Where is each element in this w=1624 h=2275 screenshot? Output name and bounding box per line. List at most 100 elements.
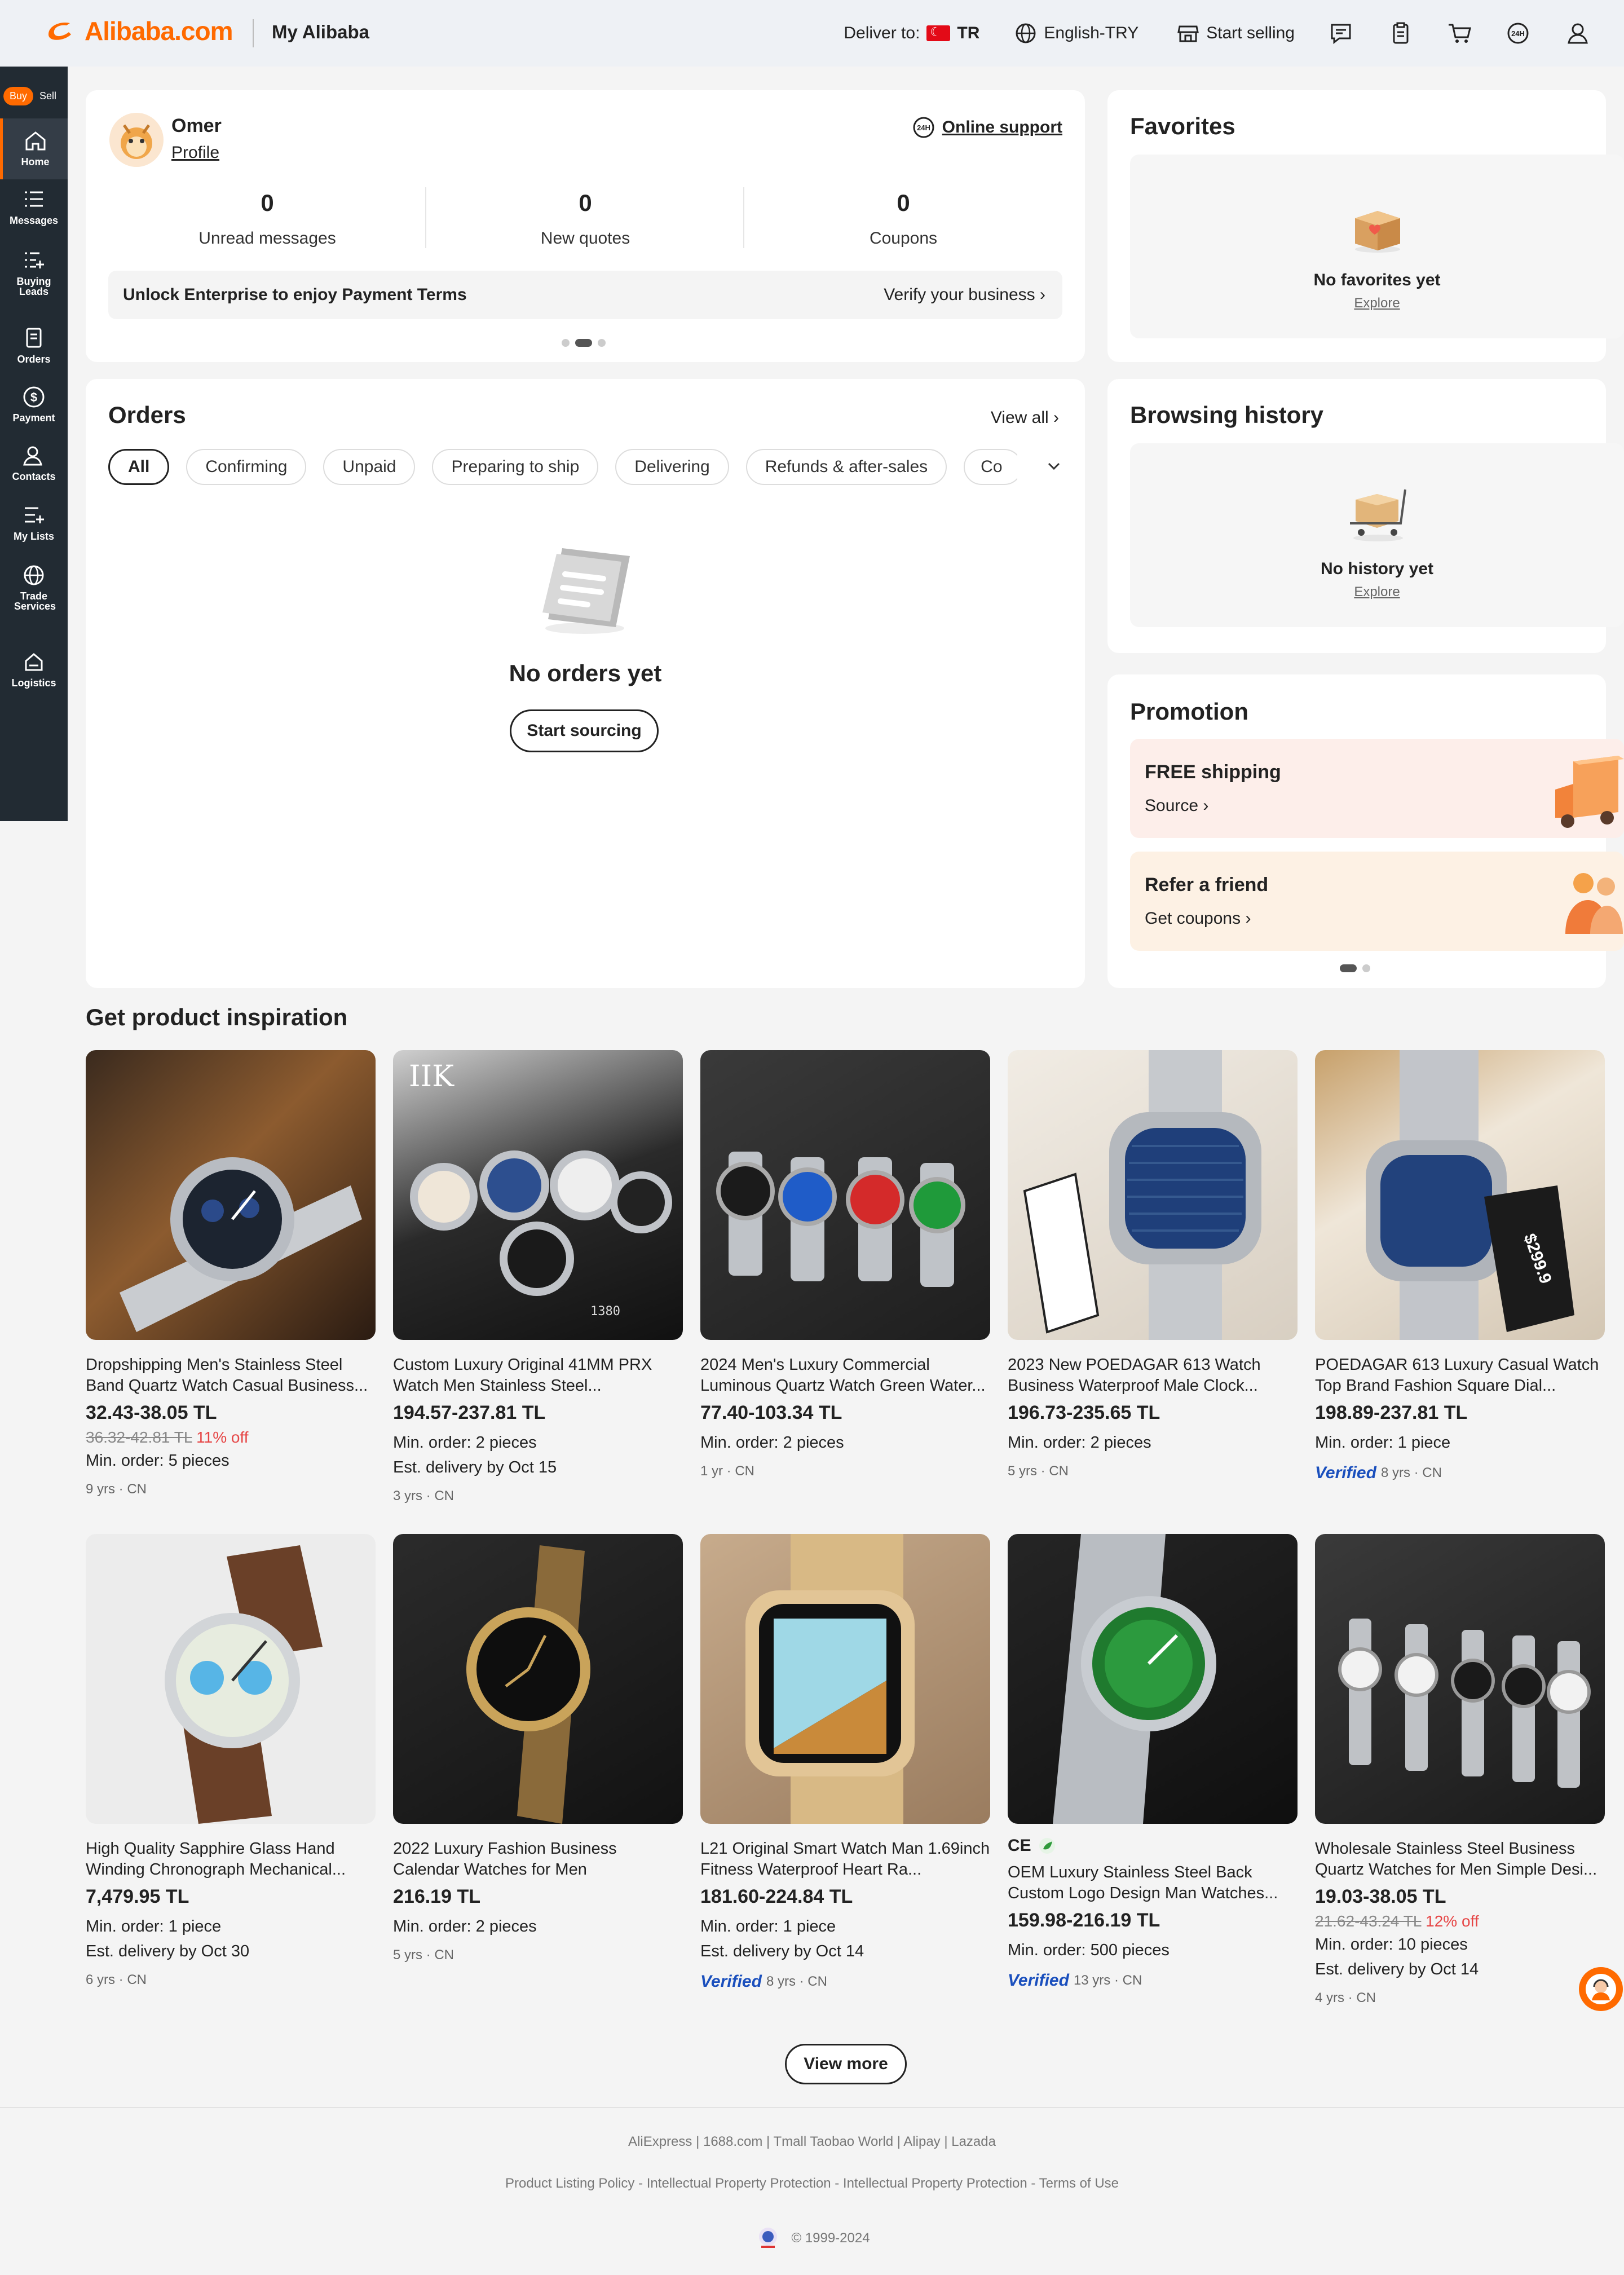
- footer-partner-links[interactable]: AliExpress | 1688.com | Tmall Taobao Wor…: [0, 2134, 1624, 2150]
- sell-toggle[interactable]: Sell: [33, 87, 63, 105]
- logo-text: Alibaba.com: [85, 16, 233, 46]
- assistant-button[interactable]: [1579, 1967, 1623, 2011]
- carousel-dot[interactable]: [1362, 964, 1370, 972]
- sidebar-item-home[interactable]: Home: [0, 118, 68, 179]
- supplier-meta: 9 yrs · CN: [86, 1482, 147, 1497]
- chevron-down-icon[interactable]: [1045, 458, 1062, 475]
- sidebar-item-messages[interactable]: Messages: [0, 187, 68, 226]
- product-name[interactable]: 2022 Luxury Fashion Business Calendar Wa…: [393, 1838, 683, 1880]
- product-name[interactable]: 2024 Men's Luxury Commercial Luminous Qu…: [700, 1355, 990, 1396]
- buy-sell-toggle[interactable]: Buy Sell: [3, 87, 63, 105]
- start-selling-link[interactable]: Start selling: [1177, 22, 1295, 45]
- contacts-icon: [23, 446, 42, 466]
- supplier-meta: Verified 13 yrs · CN: [1008, 1971, 1298, 1990]
- product-name[interactable]: POEDAGAR 613 Luxury Casual Watch Top Bra…: [1315, 1355, 1605, 1396]
- product-image[interactable]: [1315, 1534, 1605, 1824]
- carousel-dot[interactable]: [598, 339, 606, 347]
- alibaba-logo[interactable]: Alibaba.com: [44, 16, 233, 46]
- buy-toggle[interactable]: Buy: [3, 87, 34, 105]
- sidebar-item-trade-services[interactable]: Trade Services: [0, 563, 68, 611]
- product-card[interactable]: CE OEM Luxury Stainless Steel Back Custo…: [1008, 1534, 1298, 1990]
- sidebar-item-logistics[interactable]: Logistics: [0, 650, 68, 688]
- tab-unpaid[interactable]: Unpaid: [323, 449, 416, 485]
- carousel-dot-active[interactable]: [575, 339, 592, 347]
- sidebar-item-orders[interactable]: Orders: [0, 326, 68, 364]
- favorites-explore-link[interactable]: Explore: [1130, 296, 1624, 311]
- profile-link[interactable]: Profile: [171, 143, 219, 162]
- product-card[interactable]: 2022 Luxury Fashion Business Calendar Wa…: [393, 1534, 683, 1963]
- sidebar-item-contacts[interactable]: Contacts: [0, 443, 68, 482]
- product-image[interactable]: [86, 1050, 376, 1340]
- product-card[interactable]: 2023 New POEDAGAR 613 Watch Business Wat…: [1008, 1050, 1298, 1479]
- language-selector[interactable]: English-TRY: [1014, 22, 1138, 45]
- product-name[interactable]: Dropshipping Men's Stainless Steel Band …: [86, 1355, 376, 1396]
- support-24h-icon[interactable]: 24H: [1506, 21, 1530, 46]
- sidebar-item-payment[interactable]: $ Payment: [0, 385, 68, 423]
- product-card[interactable]: Dropshipping Men's Stainless Steel Band …: [86, 1050, 376, 1497]
- tab-completed[interactable]: Co: [964, 449, 1023, 485]
- product-moq: Min. order: 2 pieces: [1008, 1434, 1151, 1452]
- promo-free-shipping[interactable]: FREE shipping Source ›: [1130, 739, 1624, 838]
- verified-badge[interactable]: Verified: [1315, 1463, 1376, 1483]
- product-name[interactable]: High Quality Sapphire Glass Hand Winding…: [86, 1838, 376, 1880]
- promo-action[interactable]: Get coupons ›: [1145, 909, 1251, 928]
- enterprise-banner[interactable]: Unlock Enterprise to enjoy Payment Terms…: [108, 271, 1062, 319]
- tab-delivering[interactable]: Delivering: [615, 449, 729, 485]
- product-image[interactable]: [393, 1534, 683, 1824]
- tab-all[interactable]: All: [108, 449, 170, 485]
- messages-icon[interactable]: [1329, 21, 1353, 46]
- my-alibaba-title[interactable]: My Alibaba: [272, 21, 369, 43]
- no-favorites-text: No favorites yet: [1313, 271, 1441, 289]
- verified-badge[interactable]: Verified: [700, 1972, 762, 1991]
- svg-text:$: $: [30, 390, 37, 404]
- product-name[interactable]: Wholesale Stainless Steel Business Quart…: [1315, 1838, 1605, 1880]
- view-more-button[interactable]: View more: [785, 2044, 907, 2084]
- tab-confirming[interactable]: Confirming: [186, 449, 307, 485]
- product-image[interactable]: [700, 1050, 990, 1340]
- product-image[interactable]: IIK 1380: [393, 1050, 683, 1340]
- product-image[interactable]: [1008, 1534, 1298, 1824]
- product-price: 19.03-38.05 TL: [1315, 1886, 1446, 1907]
- sidebar-item-buying-leads[interactable]: Buying Leads: [0, 248, 68, 297]
- orders-card: Orders View all › All Confirming Unpaid …: [86, 379, 1085, 988]
- stat-new-quotes[interactable]: 0 New quotes: [426, 189, 744, 248]
- product-name[interactable]: OEM Luxury Stainless Steel Back Custom L…: [1008, 1862, 1298, 1904]
- promo-refer-friend[interactable]: Refer a friend Get coupons ›: [1130, 852, 1624, 951]
- product-card[interactable]: 2024 Men's Luxury Commercial Luminous Qu…: [700, 1050, 990, 1479]
- product-name[interactable]: L21 Original Smart Watch Man 1.69inch Fi…: [700, 1838, 990, 1880]
- original-price: 36.32-42.81 TL: [86, 1429, 192, 1446]
- account-icon[interactable]: [1565, 21, 1590, 46]
- product-name[interactable]: 2023 New POEDAGAR 613 Watch Business Wat…: [1008, 1355, 1298, 1396]
- product-card[interactable]: L21 Original Smart Watch Man 1.69inch Fi…: [700, 1534, 990, 1991]
- stat-coupons[interactable]: 0 Coupons: [744, 189, 1062, 248]
- svg-text:IIK: IIK: [409, 1060, 454, 1094]
- product-image[interactable]: [1008, 1050, 1298, 1340]
- product-image[interactable]: $299.9: [1315, 1050, 1605, 1340]
- avatar[interactable]: [109, 113, 164, 167]
- product-card[interactable]: Wholesale Stainless Steel Business Quart…: [1315, 1534, 1605, 2006]
- view-all-orders-link[interactable]: View all ›: [991, 408, 1059, 427]
- promo-action[interactable]: Source ›: [1145, 796, 1208, 815]
- history-explore-link[interactable]: Explore: [1130, 584, 1624, 600]
- deliver-to-selector[interactable]: Deliver to: TR: [844, 24, 979, 43]
- product-image[interactable]: [700, 1534, 990, 1824]
- footer-policy-links[interactable]: Product Listing Policy - Intellectual Pr…: [0, 2176, 1624, 2192]
- online-support-link[interactable]: 24H Online support: [911, 115, 1062, 140]
- carousel-dot[interactable]: [562, 339, 570, 347]
- carousel-dot-active[interactable]: [1340, 964, 1357, 972]
- product-card[interactable]: High Quality Sapphire Glass Hand Winding…: [86, 1534, 376, 1988]
- chevron-right-icon: ›: [1245, 909, 1251, 928]
- tab-refunds[interactable]: Refunds & after-sales: [745, 449, 947, 485]
- stat-unread-messages[interactable]: 0 Unread messages: [108, 189, 426, 248]
- verified-badge[interactable]: Verified: [1008, 1971, 1069, 1990]
- verify-business-link[interactable]: Verify your business ›: [884, 285, 1045, 305]
- product-image[interactable]: [86, 1534, 376, 1824]
- product-card[interactable]: $299.9 POEDAGAR 613 Luxury Casual Watch …: [1315, 1050, 1605, 1483]
- product-card[interactable]: IIK 1380 Custom Luxury Original 41MM PRX …: [393, 1050, 683, 1504]
- sidebar-item-my-lists[interactable]: My Lists: [0, 503, 68, 541]
- start-sourcing-button[interactable]: Start sourcing: [510, 709, 659, 752]
- tab-preparing-to-ship[interactable]: Preparing to ship: [432, 449, 599, 485]
- cart-icon[interactable]: [1447, 21, 1472, 46]
- orders-icon[interactable]: [1388, 21, 1413, 46]
- product-name[interactable]: Custom Luxury Original 41MM PRX Watch Me…: [393, 1355, 683, 1396]
